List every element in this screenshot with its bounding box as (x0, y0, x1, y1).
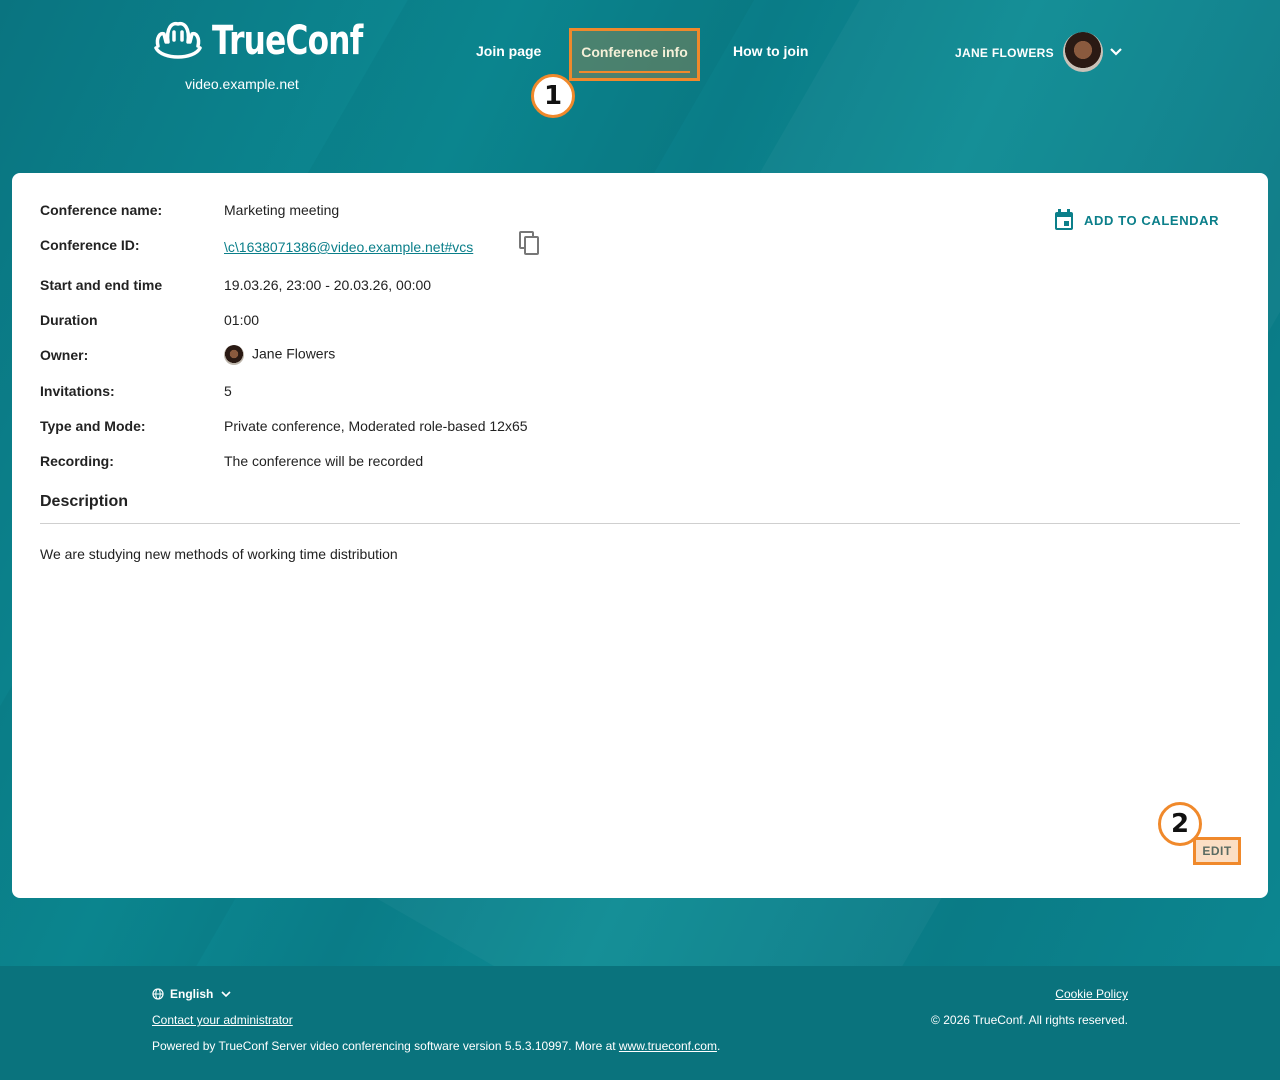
divider (40, 523, 1240, 524)
description-title: Description (40, 493, 129, 510)
copy-icon[interactable] (518, 230, 542, 256)
owner-avatar (224, 345, 244, 365)
copyright-text: © 2026 TrueConf. All rights reserved. (931, 1013, 1128, 1027)
logo-text: TrueConf (212, 18, 363, 64)
description-text: We are studying new methods of working t… (40, 546, 398, 562)
nav-conference-info-label: Conference info (581, 44, 688, 60)
avatar (1062, 32, 1103, 72)
type-label: Type and Mode: (40, 418, 146, 434)
cookie-policy-link[interactable]: Cookie Policy (1055, 987, 1128, 1001)
recording-value: The conference will be recorded (224, 453, 424, 469)
chevron-down-icon (221, 990, 231, 997)
conference-name-label: Conference name: (40, 202, 163, 218)
duration-value: 01:00 (224, 312, 260, 328)
calendar-icon (1055, 209, 1073, 230)
chevron-down-icon (1110, 48, 1122, 56)
language-label: English (170, 987, 214, 1001)
active-tab-underline (579, 71, 690, 73)
trueconf-logo-icon (154, 21, 202, 59)
owner-label: Owner: (40, 347, 89, 363)
annotation-badge-2: 2 (1158, 802, 1202, 846)
invitations-value: 5 (224, 383, 232, 399)
powered-by-suffix: . (716, 1039, 721, 1053)
contact-admin-link[interactable]: Contact your administrator (152, 1013, 293, 1027)
server-name: video.example.net (185, 76, 299, 92)
conference-name-value: Marketing meeting (224, 202, 340, 218)
conference-id-link[interactable]: \c\1638071386@video.example.net#vcs (224, 239, 473, 255)
conference-id-label: Conference ID: (40, 237, 140, 253)
owner-name: Jane Flowers (252, 345, 336, 362)
time-label: Start and end time (40, 277, 163, 293)
invitations-label: Invitations: (40, 383, 115, 399)
powered-by-prefix: Powered by TrueConf Server video confere… (152, 1039, 619, 1053)
time-value: 19.03.26, 23:00 - 20.03.26, 00:00 (224, 277, 432, 293)
powered-by-text: Powered by TrueConf Server video confere… (152, 1039, 720, 1053)
user-name: JANE FLOWERS (955, 46, 1054, 60)
duration-label: Duration (40, 312, 98, 328)
nav-how-to-join[interactable]: How to join (733, 43, 808, 59)
language-selector[interactable]: English (152, 987, 231, 1001)
edit-button[interactable]: EDIT (1193, 837, 1241, 865)
type-value: Private conference, Moderated role-based… (224, 418, 528, 434)
globe-icon (152, 988, 164, 1000)
trueconf-website-link[interactable]: www.trueconf.com (619, 1039, 717, 1053)
conference-info-card: Conference name: Marketing meeting Confe… (12, 173, 1268, 898)
footer: English Contact your administrator Power… (0, 966, 1280, 1080)
recording-label: Recording: (40, 453, 114, 469)
trueconf-logo[interactable]: TrueConf (152, 18, 405, 64)
user-menu[interactable]: JANE FLOWERS (955, 32, 1123, 72)
add-to-calendar-button[interactable]: ADD TO CALENDAR (1054, 209, 1219, 231)
nav-conference-info[interactable]: Conference info (569, 28, 700, 81)
nav-join-page[interactable]: Join page (476, 43, 541, 59)
owner-value: Jane Flowers (224, 345, 335, 365)
annotation-badge-1: 1 (531, 74, 575, 118)
add-to-calendar-label: ADD TO CALENDAR (1084, 212, 1220, 228)
